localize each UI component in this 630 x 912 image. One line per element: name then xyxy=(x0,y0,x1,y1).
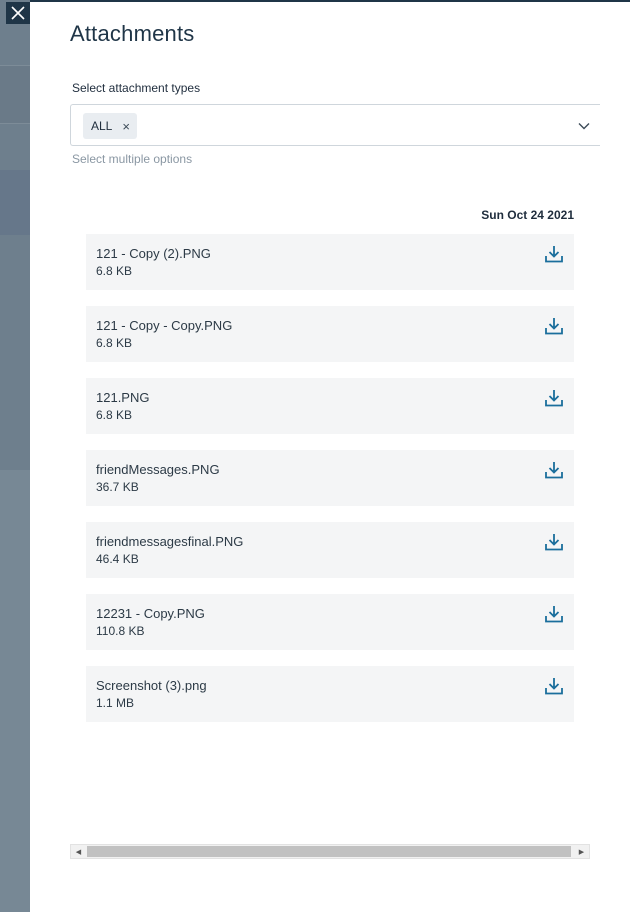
attachment-name: friendMessages.PNG xyxy=(96,462,220,477)
backdrop-band xyxy=(0,65,30,124)
attachment-list: 121 - Copy (2).PNG 6.8 KB 121 - Copy - C… xyxy=(86,234,574,738)
attachment-size: 110.8 KB xyxy=(96,624,145,638)
attachments-panel: Attachments Select attachment types ALL … xyxy=(30,0,630,912)
download-icon[interactable] xyxy=(544,676,564,696)
attachment-item: 121 - Copy - Copy.PNG 6.8 KB xyxy=(86,306,574,362)
download-icon[interactable] xyxy=(544,532,564,552)
scrollbar-thumb[interactable] xyxy=(87,846,571,857)
download-icon[interactable] xyxy=(544,316,564,336)
attachment-size: 36.7 KB xyxy=(96,480,139,494)
attachment-name: friendmessagesfinal.PNG xyxy=(96,534,244,549)
select-hint: Select multiple options xyxy=(72,152,193,166)
attachment-types-select[interactable]: ALL × xyxy=(70,104,600,146)
download-icon[interactable] xyxy=(544,244,564,264)
group-date: Sun Oct 24 2021 xyxy=(481,208,574,222)
page-backdrop xyxy=(0,0,30,912)
download-icon[interactable] xyxy=(544,460,564,480)
attachment-name: 121.PNG xyxy=(96,390,150,405)
chip-remove-icon[interactable]: × xyxy=(122,119,130,134)
backdrop-band xyxy=(0,470,30,912)
attachment-name: 121 - Copy - Copy.PNG xyxy=(96,318,233,333)
chevron-down-icon[interactable] xyxy=(578,122,590,130)
attachment-size: 46.4 KB xyxy=(96,552,139,566)
attachment-item: friendmessagesfinal.PNG 46.4 KB xyxy=(86,522,574,578)
scroll-left-icon[interactable]: ◀ xyxy=(71,845,86,858)
horizontal-scrollbar[interactable]: ◀ ▶ xyxy=(70,844,590,859)
download-icon[interactable] xyxy=(544,604,564,624)
attachment-item: 121 - Copy (2).PNG 6.8 KB xyxy=(86,234,574,290)
panel-title: Attachments xyxy=(70,21,195,46)
attachment-types-label: Select attachment types xyxy=(72,81,201,95)
attachment-name: Screenshot (3).png xyxy=(96,678,207,693)
attachment-name: 12231 - Copy.PNG xyxy=(96,606,205,621)
chip-label: ALL xyxy=(91,119,113,133)
attachment-item: 121.PNG 6.8 KB xyxy=(86,378,574,434)
attachment-name: 121 - Copy (2).PNG xyxy=(96,246,211,261)
attachment-size: 6.8 KB xyxy=(96,264,133,278)
attachment-size: 1.1 MB xyxy=(96,696,135,710)
backdrop-band xyxy=(0,170,30,235)
close-icon xyxy=(11,6,25,20)
attachment-item: friendMessages.PNG 36.7 KB xyxy=(86,450,574,506)
attachment-item: 12231 - Copy.PNG 110.8 KB xyxy=(86,594,574,650)
attachment-size: 6.8 KB xyxy=(96,408,133,422)
attachment-size: 6.8 KB xyxy=(96,336,133,350)
scroll-right-icon[interactable]: ▶ xyxy=(574,845,589,858)
attachment-item: Screenshot (3).png 1.1 MB xyxy=(86,666,574,722)
close-panel-button[interactable] xyxy=(6,2,30,24)
download-icon[interactable] xyxy=(544,388,564,408)
selected-type-chip: ALL × xyxy=(83,113,137,139)
